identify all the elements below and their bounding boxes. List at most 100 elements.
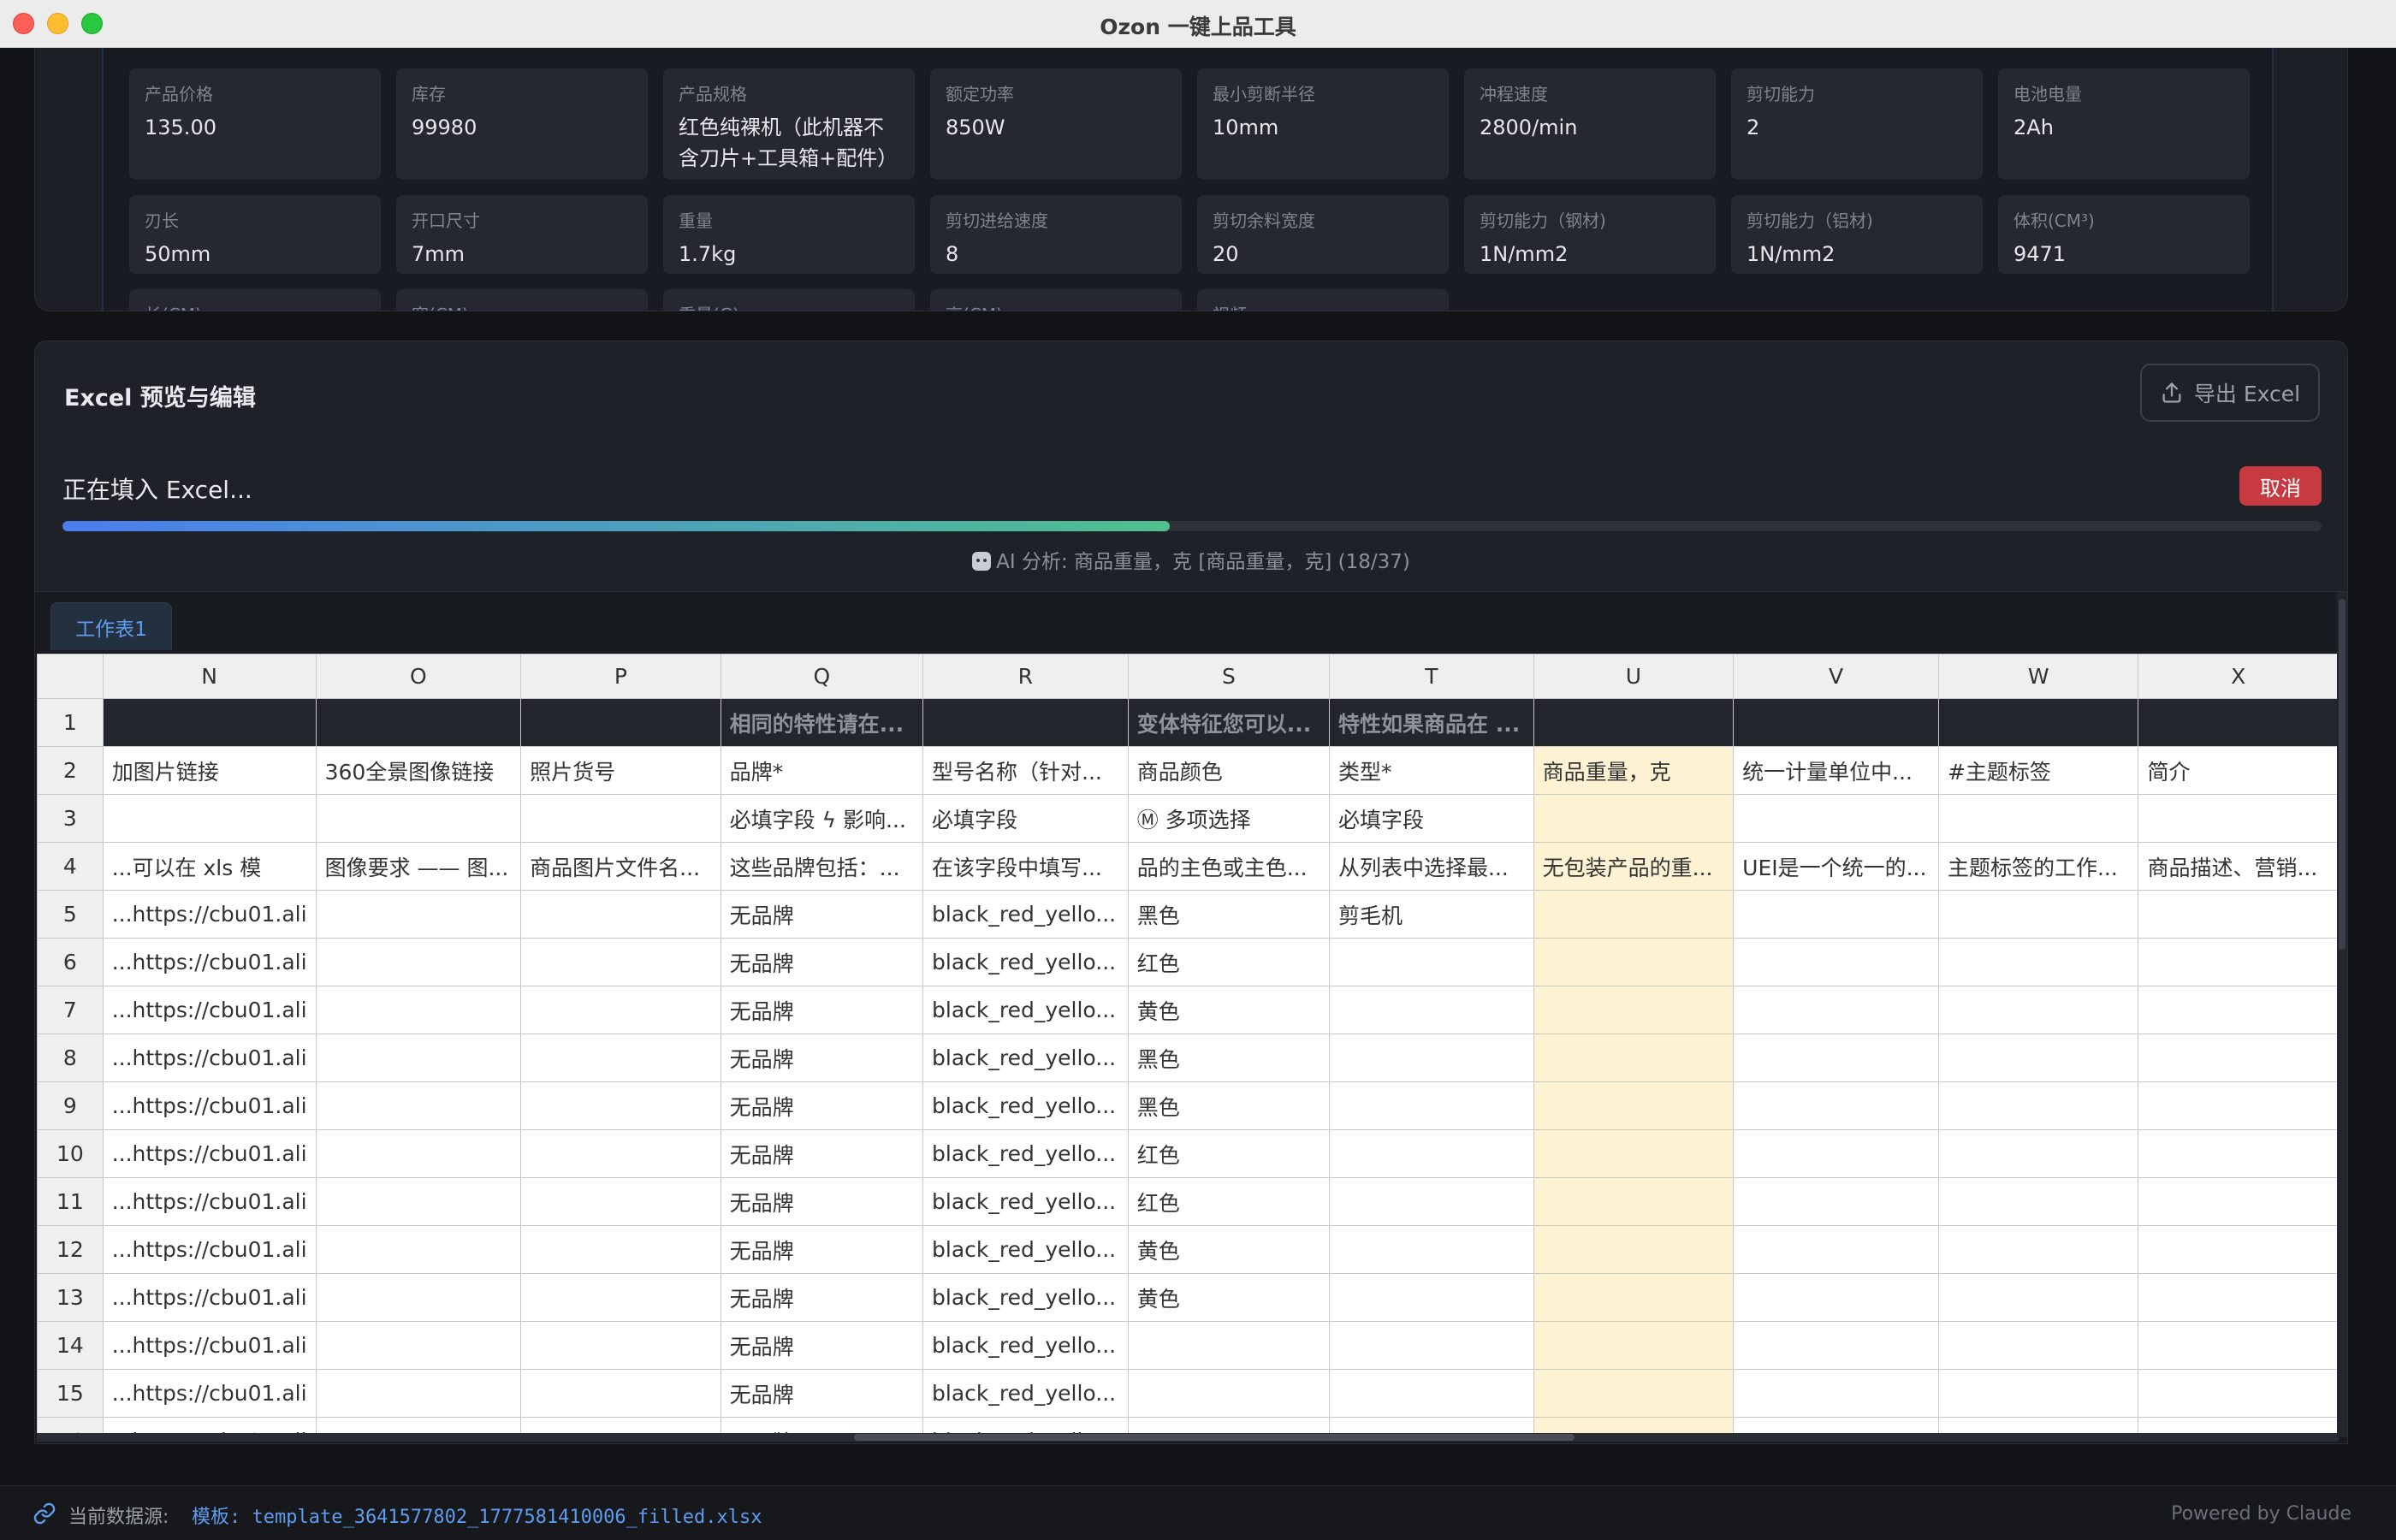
table-cell[interactable]: 红色 (1127, 938, 1331, 986)
table-cell[interactable] (1329, 1034, 1534, 1082)
table-cell[interactable] (1937, 1081, 2139, 1130)
table-cell[interactable] (1937, 698, 2139, 747)
grid-corner[interactable] (37, 654, 104, 699)
table-cell[interactable] (2138, 890, 2339, 939)
table-cell[interactable] (1733, 1321, 1939, 1370)
table-cell[interactable]: https://cbu01.ali... (102, 1273, 317, 1322)
column-header-w[interactable]: W (1937, 654, 2139, 699)
table-cell[interactable]: black_red_yello... (922, 1081, 1129, 1130)
row-number[interactable]: 5 (37, 890, 104, 939)
table-cell[interactable]: black_red_yello... (922, 1273, 1129, 1322)
table-cell[interactable]: 红色 (1127, 1177, 1331, 1226)
table-cell[interactable] (315, 1177, 522, 1226)
table-cell[interactable] (1733, 794, 1939, 843)
table-cell[interactable] (1127, 1321, 1331, 1370)
table-cell[interactable]: https://cbu01.ali... (102, 890, 317, 939)
table-cell[interactable]: 类型* (1329, 746, 1534, 795)
table-cell[interactable]: black_red_yello... (922, 1369, 1129, 1418)
table-cell[interactable]: 无品牌 (720, 1129, 924, 1178)
table-cell[interactable]: 无品牌 (720, 1369, 924, 1418)
table-cell[interactable]: Ⓜ 多项选择 (1127, 794, 1331, 843)
table-cell[interactable] (1733, 1129, 1939, 1178)
table-cell[interactable] (315, 1129, 522, 1178)
table-cell[interactable]: 变体特征您可以... (1127, 698, 1331, 747)
table-cell[interactable] (1329, 1369, 1534, 1418)
table-cell[interactable]: 无包装产品的重... (1533, 842, 1735, 891)
table-cell[interactable] (1533, 986, 1735, 1034)
table-cell[interactable] (315, 1321, 522, 1370)
table-cell[interactable] (520, 1273, 721, 1322)
table-cell[interactable] (1533, 1129, 1735, 1178)
table-cell[interactable]: https://cbu01.ali... (102, 1081, 317, 1130)
row-number[interactable]: 3 (37, 794, 104, 843)
column-header-u[interactable]: U (1533, 654, 1735, 699)
table-cell[interactable] (2138, 986, 2339, 1034)
table-cell[interactable] (1533, 1177, 1735, 1226)
table-cell[interactable] (520, 1081, 721, 1130)
table-cell[interactable]: 从列表中选择最... (1329, 842, 1534, 891)
table-cell[interactable]: 可以在 xls 模... (102, 842, 317, 891)
table-cell[interactable]: 黄色 (1127, 1273, 1331, 1322)
table-cell[interactable]: #主题标签 (1937, 746, 2139, 795)
table-cell[interactable] (520, 1225, 721, 1274)
table-cell[interactable] (1937, 1273, 2139, 1322)
table-cell[interactable]: 商品重量，克 (1533, 746, 1735, 795)
table-cell[interactable] (2138, 1225, 2339, 1274)
table-cell[interactable] (2138, 1273, 2339, 1322)
table-cell[interactable] (2138, 1034, 2339, 1082)
table-cell[interactable]: https://cbu01.ali... (102, 1034, 317, 1082)
table-cell[interactable] (315, 938, 522, 986)
table-cell[interactable] (1533, 698, 1735, 747)
table-cell[interactable]: 统一计量单位中... (1733, 746, 1939, 795)
row-number[interactable]: 12 (37, 1225, 104, 1274)
row-number[interactable]: 10 (37, 1129, 104, 1178)
row-number[interactable]: 15 (37, 1369, 104, 1418)
horizontal-scroll-thumb[interactable] (854, 1434, 1575, 1441)
table-cell[interactable] (1733, 1369, 1939, 1418)
table-cell[interactable] (1733, 1081, 1939, 1130)
table-cell[interactable]: https://cbu01.ali... (102, 938, 317, 986)
table-cell[interactable]: black_red_yello... (922, 938, 1129, 986)
table-cell[interactable] (1937, 938, 2139, 986)
table-cell[interactable]: 商品描述、营销... (2138, 842, 2339, 891)
vertical-scroll-thumb[interactable] (2339, 599, 2346, 950)
column-header-o[interactable]: O (315, 654, 522, 699)
table-cell[interactable] (1733, 1034, 1939, 1082)
table-cell[interactable] (520, 794, 721, 843)
table-cell[interactable]: 型号名称（针对... (922, 746, 1129, 795)
table-cell[interactable]: 商品图片文件名... (520, 842, 721, 891)
table-cell[interactable] (315, 1273, 522, 1322)
table-cell[interactable]: 照片货号 (520, 746, 721, 795)
table-cell[interactable]: 必填字段 (922, 794, 1129, 843)
table-cell[interactable]: 360全景图像链接 (315, 746, 522, 795)
table-cell[interactable]: black_red_yello... (922, 1321, 1129, 1370)
table-cell[interactable]: 品牌* (720, 746, 924, 795)
table-cell[interactable] (1533, 890, 1735, 939)
table-cell[interactable] (1937, 794, 2139, 843)
row-number[interactable]: 2 (37, 746, 104, 795)
table-cell[interactable] (1329, 1225, 1534, 1274)
table-cell[interactable]: 商品颜色 (1127, 746, 1331, 795)
table-cell[interactable]: black_red_yello... (922, 1177, 1129, 1226)
table-cell[interactable]: 无品牌 (720, 1081, 924, 1130)
table-cell[interactable] (315, 986, 522, 1034)
table-cell[interactable] (1329, 1081, 1534, 1130)
row-number[interactable]: 1 (37, 698, 104, 747)
table-cell[interactable] (315, 698, 522, 747)
table-cell[interactable]: 在该字段中填写... (922, 842, 1129, 891)
table-cell[interactable] (102, 794, 317, 843)
table-cell[interactable] (1733, 938, 1939, 986)
table-cell[interactable]: 简介 (2138, 746, 2339, 795)
table-cell[interactable] (1533, 1369, 1735, 1418)
table-cell[interactable]: 无品牌 (720, 890, 924, 939)
table-cell[interactable]: black_red_yello... (922, 1034, 1129, 1082)
table-cell[interactable] (315, 794, 522, 843)
table-cell[interactable] (2138, 1369, 2339, 1418)
row-number[interactable]: 8 (37, 1034, 104, 1082)
table-cell[interactable] (1533, 1225, 1735, 1274)
table-cell[interactable]: 必填字段 ϟ 影响... (720, 794, 924, 843)
table-cell[interactable]: 黑色 (1127, 1034, 1331, 1082)
table-cell[interactable] (1733, 698, 1939, 747)
table-cell[interactable]: 黄色 (1127, 986, 1331, 1034)
table-cell[interactable] (2138, 1129, 2339, 1178)
